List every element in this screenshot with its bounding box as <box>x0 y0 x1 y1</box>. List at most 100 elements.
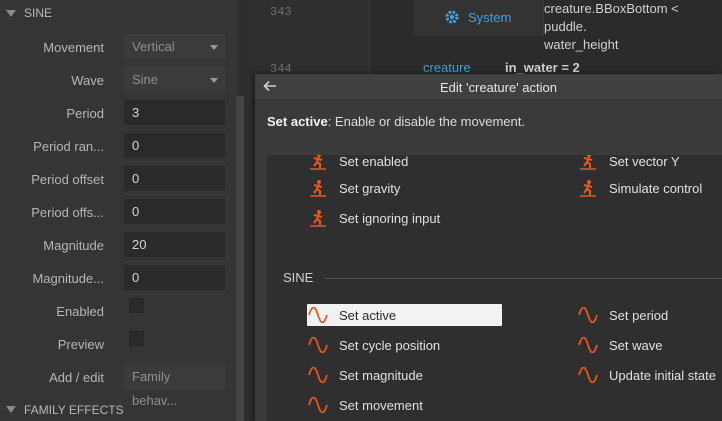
collapse-triangle-icon[interactable] <box>6 406 16 413</box>
properties-scrollbar[interactable] <box>236 96 244 421</box>
prop-row-enabled: Enabled <box>0 298 234 324</box>
sine-section-header[interactable]: SINE <box>0 0 238 26</box>
action-label: Set magnitude <box>339 367 423 383</box>
action-label: Set ignoring input <box>339 210 441 226</box>
dropdown-caret-icon <box>210 78 218 83</box>
dialog-titlebar: Edit 'creature' action <box>255 74 722 100</box>
magnitude-random-field[interactable]: 0 <box>124 265 225 290</box>
prop-label: Period offs... <box>31 205 104 220</box>
action-label: Set gravity <box>339 180 401 196</box>
prop-label: Magnitude... <box>32 271 104 286</box>
sine-section-label: SINE <box>283 270 314 285</box>
action-set-gravity[interactable]: Set gravity <box>307 177 400 199</box>
prop-row-preview: Preview <box>0 331 234 357</box>
system-label: System <box>468 9 512 25</box>
sine-wave-icon <box>307 396 329 414</box>
sine-wave-icon <box>577 366 599 384</box>
platform-behavior-icon <box>307 209 329 227</box>
action-set-vector-y[interactable]: Set vector Y <box>577 154 680 172</box>
description-action-name: Set active <box>267 114 328 129</box>
wave-value: Sine <box>132 72 159 87</box>
prop-label: Add / edit <box>49 370 104 385</box>
condition-line: creature.BBoxBottom < puddle. <box>544 1 679 34</box>
system-object[interactable]: System <box>444 9 511 25</box>
family-effects-title: FAMILY EFFECTS <box>24 402 124 417</box>
action-label: Set cycle position <box>339 337 441 353</box>
movement-dropdown[interactable]: Vertical <box>124 34 225 59</box>
action-update-initial-state[interactable]: Update initial state <box>577 364 716 386</box>
action-label: Set vector Y <box>609 154 680 169</box>
action-label: Simulate control <box>609 180 703 196</box>
prop-label: Period offset <box>31 172 104 187</box>
prop-row-magnitude: Magnitude 20 <box>0 232 234 258</box>
dropdown-caret-icon <box>210 45 218 50</box>
period-offset-random-field[interactable]: 0 <box>124 199 225 224</box>
description-text: : Enable or disable the movement. <box>327 114 525 129</box>
prop-row-period-random: Period ran... 0 <box>0 133 234 159</box>
action-simulate-control[interactable]: Simulate control <box>577 177 702 199</box>
prop-row-period-offset: Period offset 0 <box>0 166 234 192</box>
platform-behavior-icon <box>577 155 599 170</box>
sine-wave-icon <box>577 306 599 324</box>
action-text[interactable]: in_water = 2 <box>505 60 580 75</box>
action-label: Set active <box>339 307 397 323</box>
prop-label: Period ran... <box>33 139 104 154</box>
period-offset-field[interactable]: 0 <box>124 166 225 191</box>
platform-behavior-icon <box>577 179 599 197</box>
action-list: Set enabled Set vector Y Set gravity Sim… <box>267 154 722 421</box>
action-set-cycle-position[interactable]: Set cycle position <box>307 334 440 356</box>
prop-label: Movement <box>43 40 104 55</box>
prop-label: Preview <box>57 337 104 352</box>
action-set-wave[interactable]: Set wave <box>577 334 662 356</box>
action-label: Set movement <box>339 397 423 413</box>
sine-wave-icon <box>307 336 329 354</box>
prop-row-period: Period 3 <box>0 100 234 126</box>
action-set-ignoring-input[interactable]: Set ignoring input <box>307 207 440 229</box>
magnitude-field[interactable]: 20 <box>124 232 225 257</box>
action-label: Set wave <box>609 337 663 353</box>
family-behaviors-button[interactable]: Family behav... <box>124 364 225 408</box>
action-label: Update initial state <box>609 367 716 383</box>
action-set-active[interactable]: Set active <box>307 304 502 326</box>
condition-text[interactable]: creature.BBoxBottom < puddle. water_heig… <box>544 0 722 54</box>
action-set-magnitude[interactable]: Set magnitude <box>307 364 423 386</box>
prop-row-movement: Movement Vertical <box>0 34 234 60</box>
prop-row-period-offset-random: Period offs... 0 <box>0 199 234 225</box>
action-label: Set period <box>609 307 669 323</box>
preview-checkbox[interactable] <box>129 331 144 346</box>
collapse-triangle-icon[interactable] <box>6 9 16 17</box>
condition-line: water_height <box>544 37 619 52</box>
prop-label: Period <box>66 106 104 121</box>
edit-action-dialog: Edit 'creature' action Set active: Enabl… <box>255 74 722 421</box>
prop-row-add-edit: Add / edit Family behav... <box>0 364 234 408</box>
platform-behavior-icon <box>307 179 329 197</box>
period-field[interactable]: 3 <box>124 100 225 125</box>
section-divider-line <box>325 277 722 279</box>
prop-label: Wave <box>71 73 104 88</box>
sine-section-divider: SINE <box>283 270 722 285</box>
movement-value: Vertical <box>132 39 175 54</box>
dialog-title: Edit 'creature' action <box>440 80 557 95</box>
action-label: Set enabled <box>339 154 409 169</box>
enabled-checkbox[interactable] <box>129 298 144 313</box>
prop-row-wave: Wave Sine <box>0 67 234 93</box>
action-set-period[interactable]: Set period <box>577 304 668 326</box>
creature-object[interactable]: creature <box>423 60 471 75</box>
prop-label: Enabled <box>56 304 104 319</box>
properties-panel: SINE Movement Vertical Wave Sine Period … <box>0 0 238 421</box>
prop-label: Magnitude <box>43 238 104 253</box>
sine-wave-icon <box>307 306 329 324</box>
action-set-enabled[interactable]: Set enabled <box>307 154 409 172</box>
platform-behavior-icon <box>307 155 329 170</box>
sine-section-title: SINE <box>24 6 53 20</box>
sine-wave-icon <box>307 366 329 384</box>
action-description: Set active: Enable or disable the moveme… <box>267 114 525 129</box>
line-number: 343 <box>270 5 292 19</box>
gear-icon <box>445 10 459 24</box>
wave-dropdown[interactable]: Sine <box>124 67 225 92</box>
sine-wave-icon <box>577 336 599 354</box>
family-effects-header[interactable]: FAMILY EFFECTS <box>0 398 238 421</box>
period-random-field[interactable]: 0 <box>124 133 225 158</box>
prop-row-magnitude-random: Magnitude... 0 <box>0 265 234 291</box>
action-set-movement[interactable]: Set movement <box>307 394 423 416</box>
